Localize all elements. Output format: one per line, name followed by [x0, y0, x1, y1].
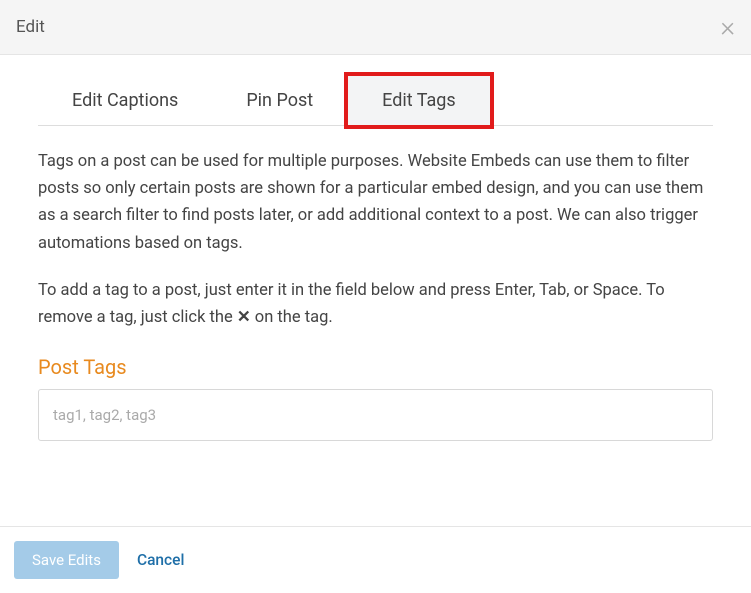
- cancel-button[interactable]: Cancel: [137, 551, 184, 569]
- modal-header: Edit ×: [0, 0, 751, 55]
- tab-edit-captions[interactable]: Edit Captions: [38, 75, 212, 125]
- modal-body: Edit Captions Pin Post Edit Tags Tags on…: [0, 55, 751, 471]
- post-tags-heading: Post Tags: [38, 355, 713, 379]
- instruction-pre: To add a tag to a post, just enter it in…: [38, 281, 665, 327]
- remove-x-icon: ✕: [237, 308, 251, 327]
- modal-footer: Save Edits Cancel: [0, 526, 751, 593]
- save-edits-button[interactable]: Save Edits: [14, 541, 119, 579]
- tags-instruction: To add a tag to a post, just enter it in…: [38, 277, 713, 331]
- tab-pin-post[interactable]: Pin Post: [212, 75, 347, 125]
- tab-edit-tags-label: Edit Tags: [382, 90, 456, 111]
- close-icon[interactable]: ×: [720, 13, 735, 41]
- instruction-post: on the tag.: [251, 308, 333, 327]
- tags-description: Tags on a post can be used for multiple …: [38, 148, 713, 257]
- tab-edit-tags[interactable]: Edit Tags: [347, 75, 491, 126]
- modal-title: Edit: [16, 17, 45, 37]
- post-tags-input[interactable]: [38, 389, 713, 441]
- tabs-container: Edit Captions Pin Post Edit Tags: [38, 75, 713, 126]
